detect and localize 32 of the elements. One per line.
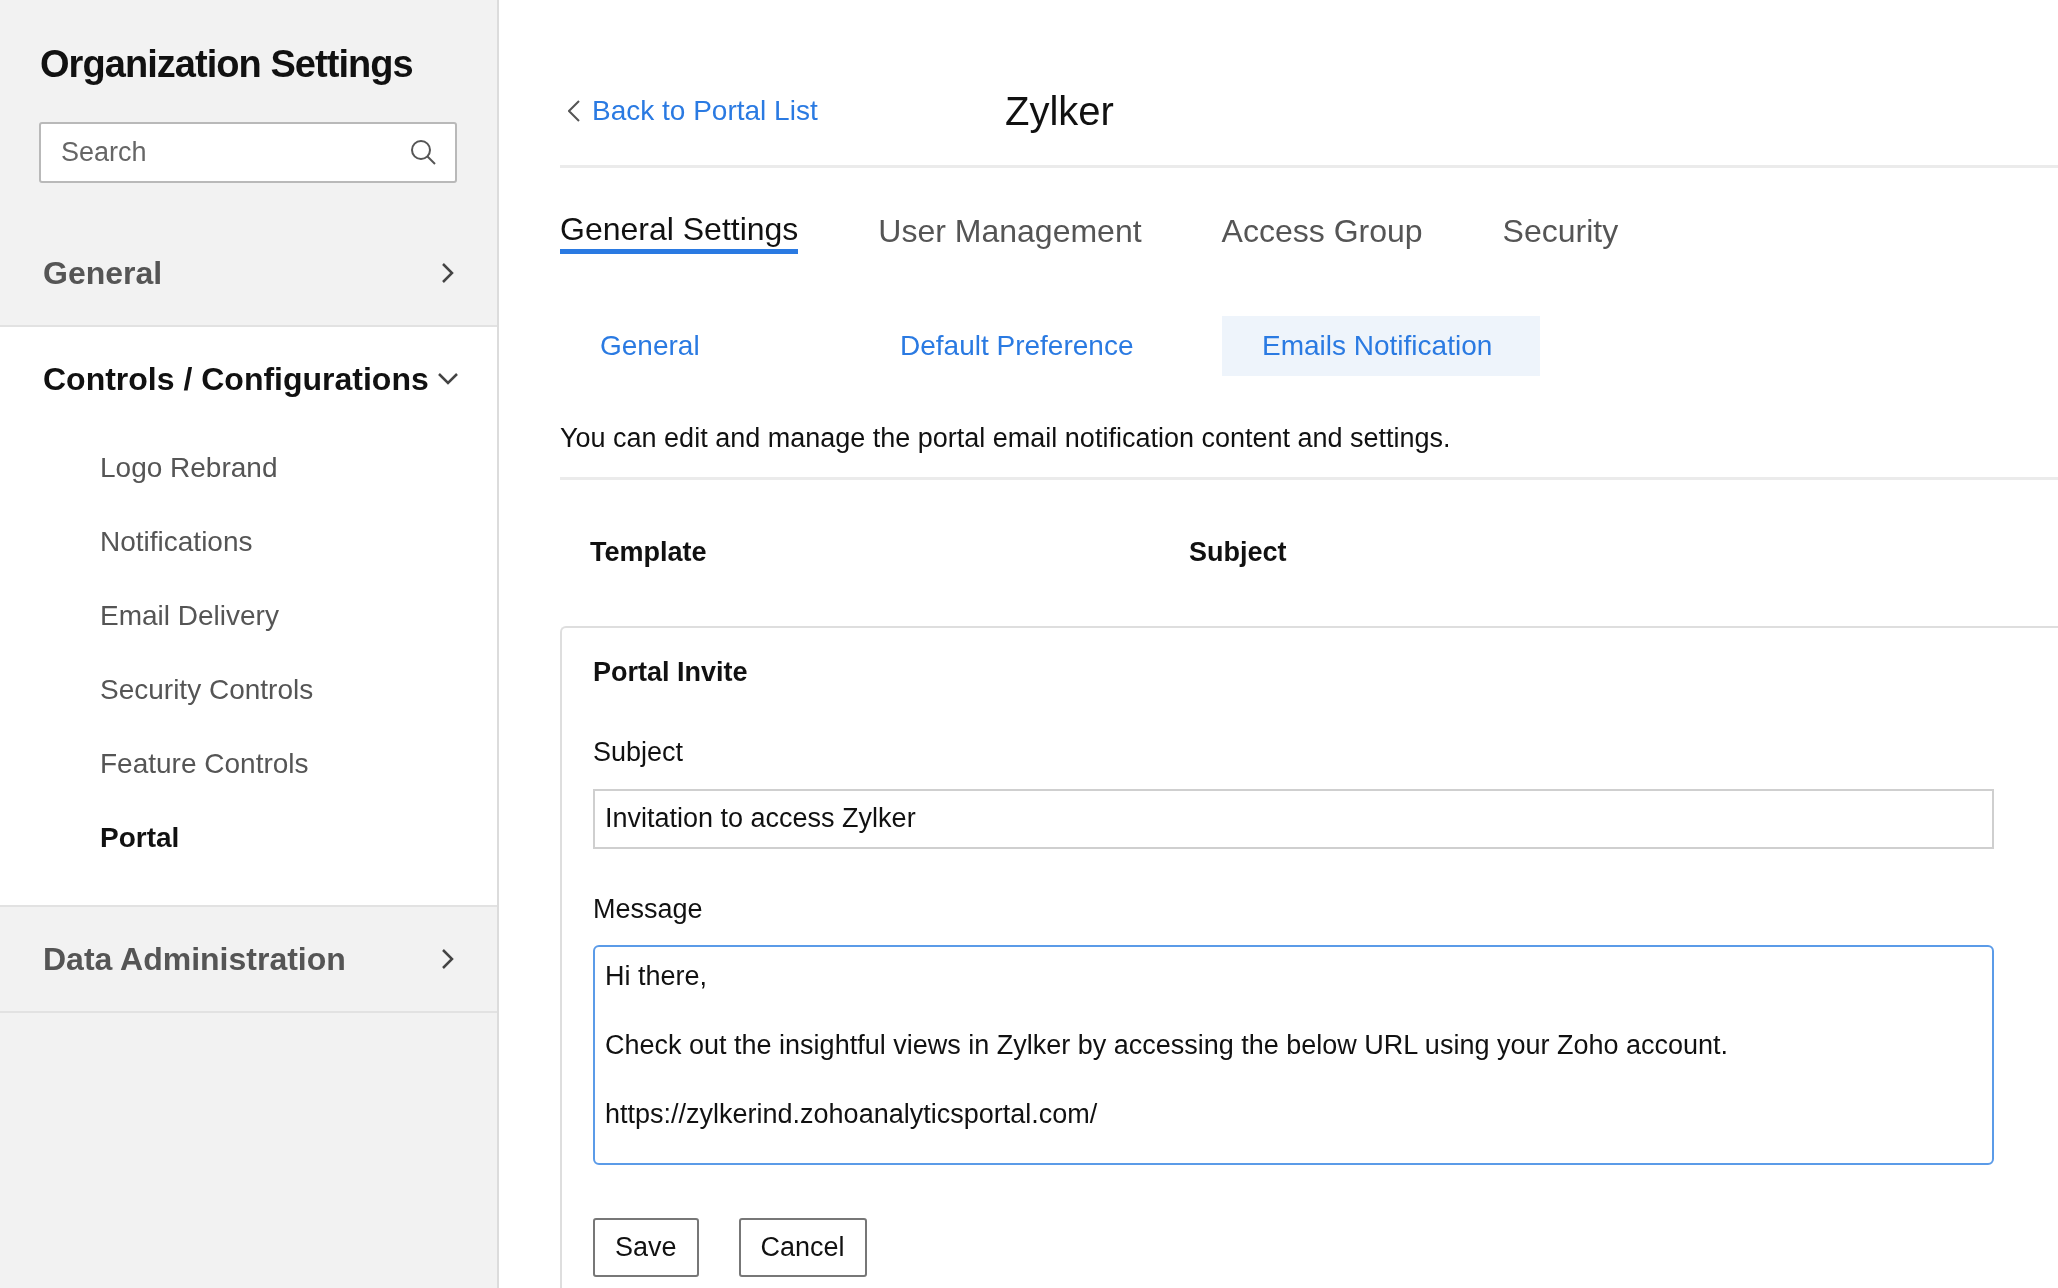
sidebar-item[interactable]: Email Delivery (0, 579, 497, 653)
subject-field[interactable]: Invitation to access Zylker (593, 788, 1994, 849)
field-label: Subject (593, 736, 685, 769)
action-button[interactable]: Save (593, 1218, 699, 1277)
back-link[interactable]: Back to Portal List (560, 89, 1005, 132)
search-field[interactable]: Search (39, 122, 457, 183)
portal-title: Zylker (1005, 87, 1114, 135)
column-header: Subject (1189, 536, 1287, 570)
message-field[interactable]: Hi there, Check out the insightful views in Zylker by accessing the below URL using your Zoho account. https://zylkerind.zohoanalyticsportal.com/ (593, 945, 1994, 1165)
sidebar-item[interactable]: Security Controls (0, 653, 497, 727)
section-header[interactable]: Data Administration (0, 907, 497, 1011)
field-label: Message (593, 892, 704, 926)
sidebar-item[interactable]: Portal (0, 801, 497, 875)
action-button[interactable]: Cancel (738, 1218, 867, 1277)
chevron-left-icon (568, 99, 580, 122)
tab[interactable]: Access Group (1221, 208, 1423, 254)
tab[interactable]: User Management (878, 208, 1142, 254)
sidebar-title: Organization Settings (39, 42, 414, 87)
search-icon (409, 138, 437, 166)
description-text: You can edit and manage the portal email notification content and settings. (560, 422, 1452, 455)
sub-tab[interactable]: General (560, 316, 860, 376)
section-header[interactable]: General (0, 221, 497, 325)
sub-tab[interactable]: Default Preference (860, 316, 1222, 376)
tab[interactable]: General Settings (560, 208, 799, 254)
sidebar-item[interactable]: Notifications (0, 505, 497, 579)
column-header: Template (590, 536, 708, 570)
sidebar-item[interactable]: Feature Controls (0, 727, 497, 801)
tab[interactable]: Security (1502, 208, 1619, 254)
card-title: Portal Invite (593, 655, 749, 689)
section-header[interactable]: Controls / Configurations (0, 327, 497, 431)
sub-tab[interactable]: Emails Notification (1222, 316, 1540, 376)
sidebar-item[interactable]: Logo Rebrand (0, 431, 497, 505)
